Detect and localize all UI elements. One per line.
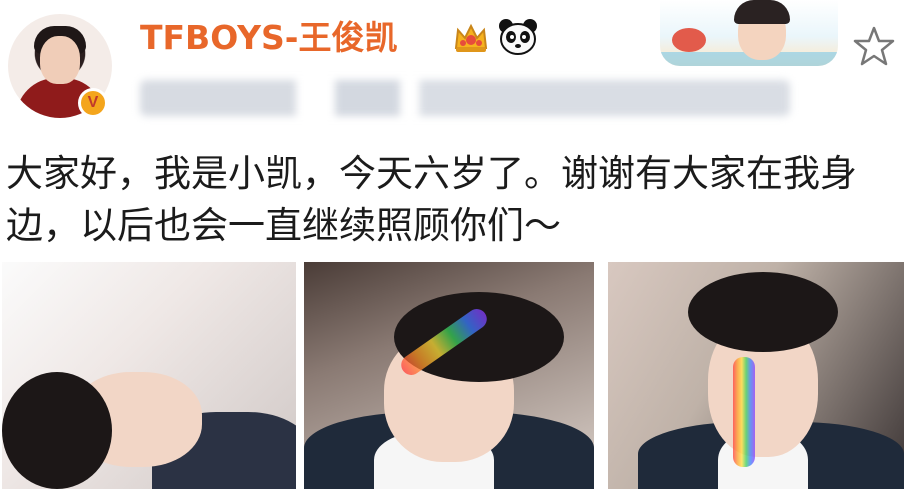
photo-3-rainbow: [733, 357, 755, 467]
photo-3[interactable]: [608, 262, 904, 489]
header-decoration-image: [660, 0, 838, 66]
post-text: 大家好，我是小凯，今天六岁了。谢谢有大家在我身边，以后也会一直继续照顾你们～: [6, 152, 857, 247]
photo-3-hair: [688, 272, 838, 352]
post-meta-blurred: [140, 80, 790, 116]
photo-1-hair: [2, 372, 112, 489]
photo-1[interactable]: [2, 262, 296, 489]
decoration-hair: [734, 0, 790, 24]
crab-icon: [672, 28, 706, 52]
avatar-face: [40, 36, 80, 84]
panda-icon: [499, 19, 537, 55]
crown-icon: [454, 23, 488, 52]
photo-2[interactable]: [304, 262, 594, 489]
username[interactable]: TFBOYS-王俊凯: [140, 16, 397, 60]
star-icon[interactable]: [852, 24, 896, 68]
verified-badge-icon: V: [78, 88, 108, 118]
